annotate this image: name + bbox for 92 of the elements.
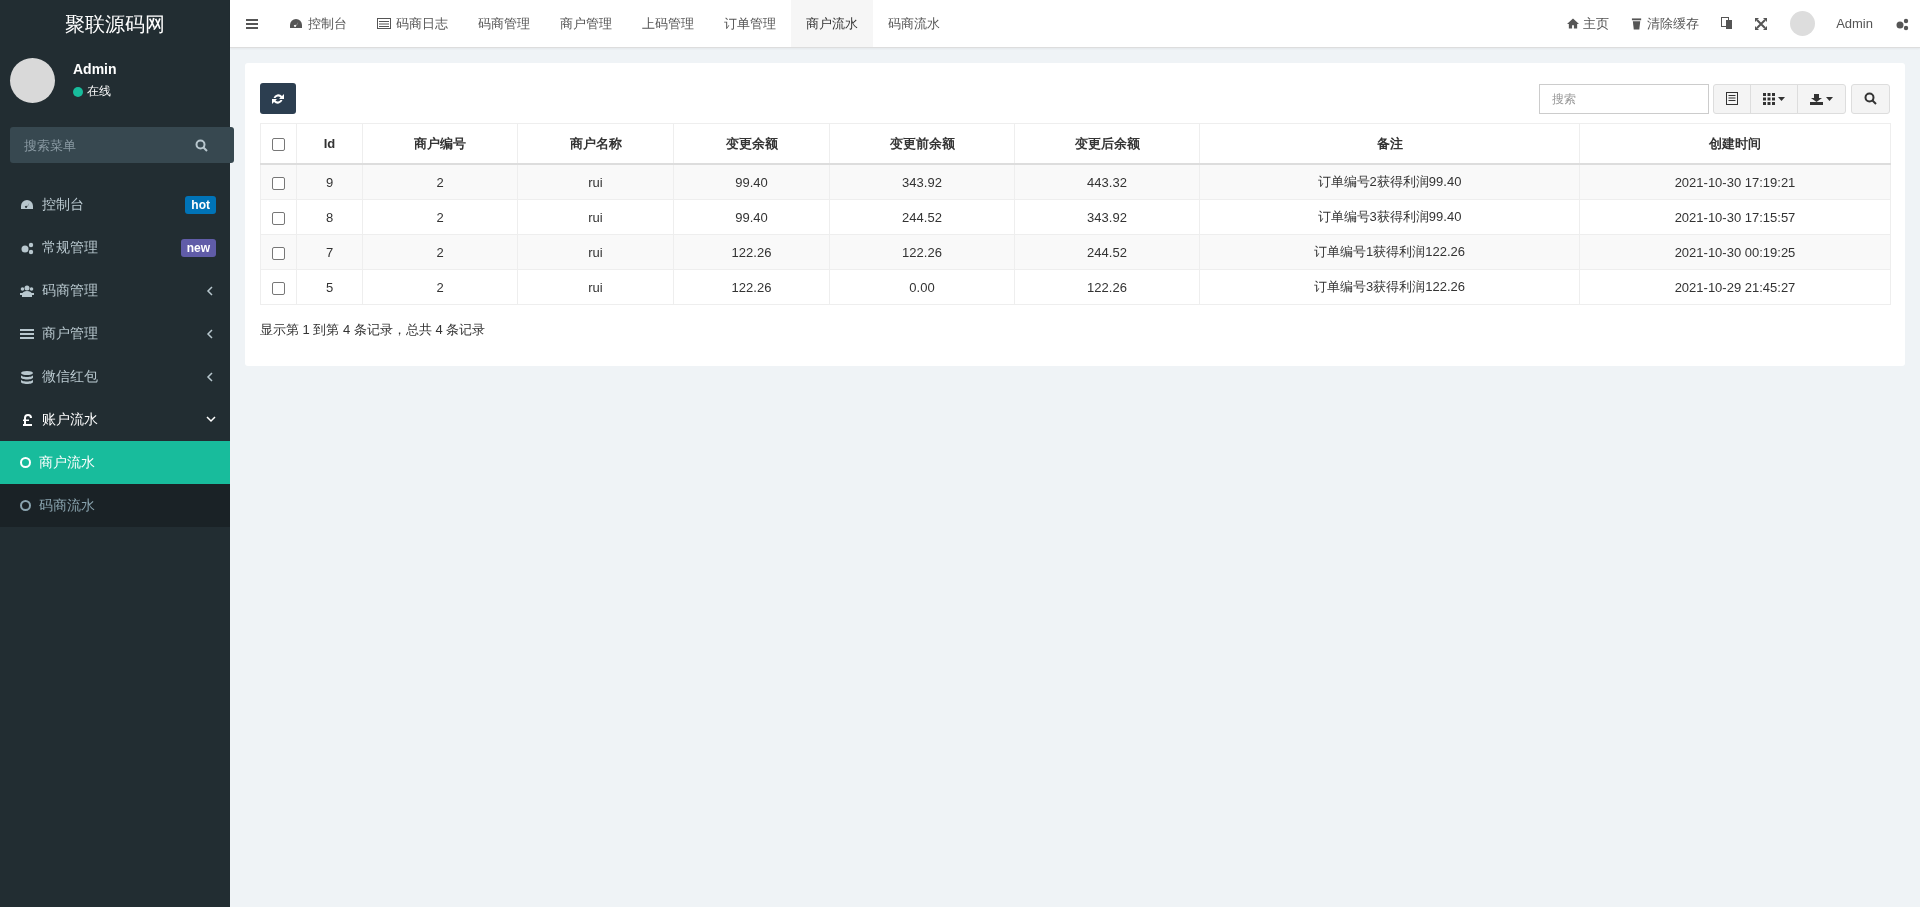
list-icon bbox=[1726, 92, 1738, 105]
gears-icon bbox=[1895, 16, 1909, 31]
table-cell: 122.26 bbox=[829, 234, 1015, 270]
table-cell: 122.26 bbox=[673, 234, 830, 270]
row-checkbox[interactable] bbox=[272, 281, 285, 295]
list-icon bbox=[20, 326, 34, 341]
columns-button[interactable] bbox=[1750, 83, 1798, 114]
grid-icon bbox=[1763, 92, 1775, 105]
user-name[interactable]: Admin bbox=[1825, 16, 1884, 31]
table-cell: 244.52 bbox=[829, 199, 1015, 235]
table-cell: 订单编号3获得利润122.26 bbox=[1199, 269, 1580, 305]
nav-tab[interactable]: 码商管理 bbox=[463, 0, 545, 47]
nav-tab[interactable]: 码商日志 bbox=[362, 0, 463, 47]
nav-tab[interactable]: 订单管理 bbox=[709, 0, 791, 47]
menu-item[interactable]: 商户管理 bbox=[0, 312, 230, 355]
search-field[interactable]: 搜索 bbox=[1539, 83, 1709, 114]
nav-tab[interactable]: 上码管理 bbox=[627, 0, 709, 47]
menu-item[interactable]: 码商管理 bbox=[0, 269, 230, 312]
row-checkbox[interactable] bbox=[272, 246, 285, 260]
table-cell: 订单编号2获得利润99.40 bbox=[1199, 164, 1580, 200]
gauge-icon bbox=[289, 16, 303, 31]
table-cell: 2 bbox=[362, 164, 518, 200]
logo-text: 聚联源码网 bbox=[64, 11, 166, 37]
pound-icon bbox=[20, 412, 34, 427]
user-status: 在线 bbox=[87, 83, 111, 100]
row-checkbox[interactable] bbox=[272, 176, 285, 190]
table-cell: 244.52 bbox=[1014, 234, 1200, 270]
menu-icon bbox=[246, 17, 258, 30]
nav-tab[interactable]: 码商流水 bbox=[873, 0, 955, 47]
table-cell: 122.26 bbox=[673, 269, 830, 305]
avatar bbox=[10, 58, 55, 103]
menu-badge: new bbox=[180, 238, 216, 257]
table-cell: 2021-10-29 21:45:27 bbox=[1579, 269, 1891, 305]
table-cell: 订单编号1获得利润122.26 bbox=[1199, 234, 1580, 270]
table-cell: 9 bbox=[296, 164, 363, 200]
search-icon bbox=[1864, 92, 1877, 105]
toggle-view-button[interactable] bbox=[1713, 83, 1751, 114]
table-cell: 343.92 bbox=[1014, 199, 1200, 235]
table-cell: 2021-10-30 00:19:25 bbox=[1579, 234, 1891, 270]
download-icon bbox=[1810, 92, 1823, 105]
menu-badge: hot bbox=[185, 195, 216, 214]
table-cell: 订单编号3获得利润99.40 bbox=[1199, 199, 1580, 235]
database-icon bbox=[20, 369, 34, 384]
table-cell: rui bbox=[517, 234, 674, 270]
submenu-item[interactable]: 码商流水 bbox=[0, 484, 230, 527]
caret-icon bbox=[1826, 96, 1833, 101]
table-cell: rui bbox=[517, 164, 674, 200]
nav-tab[interactable]: 商户管理 bbox=[545, 0, 627, 47]
nav-tab[interactable]: 商户流水 bbox=[791, 0, 873, 47]
menu-item[interactable]: 常规管理 new bbox=[0, 226, 230, 269]
select-all-checkbox[interactable] bbox=[272, 138, 285, 152]
users-icon bbox=[20, 283, 34, 298]
status-dot bbox=[73, 86, 83, 97]
gears-icon bbox=[20, 240, 34, 255]
export-button[interactable] bbox=[1797, 83, 1846, 114]
table-cell: rui bbox=[517, 269, 674, 305]
table-cell: 99.40 bbox=[673, 199, 830, 235]
table-cell: 99.40 bbox=[673, 164, 830, 200]
nav-tab[interactable]: 控制台 bbox=[274, 0, 362, 47]
nav-link[interactable]: 清除缓存 bbox=[1620, 14, 1711, 33]
table-cell: 343.92 bbox=[829, 164, 1015, 200]
table-cell: 7 bbox=[296, 234, 363, 270]
table-cell: 5 bbox=[296, 269, 363, 305]
refresh-icon bbox=[272, 92, 284, 105]
menu-search-field[interactable]: 搜索菜单 bbox=[10, 127, 234, 163]
table-cell: 8 bbox=[296, 199, 363, 235]
avatar bbox=[1790, 11, 1816, 36]
table-cell: 2 bbox=[362, 234, 518, 270]
trash-icon bbox=[1631, 17, 1644, 30]
home-icon bbox=[1567, 17, 1580, 30]
nav-link[interactable]: 主页 bbox=[1556, 14, 1621, 33]
table-cell: 2021-10-30 17:15:57 bbox=[1579, 199, 1891, 235]
fullscreen-icon bbox=[1755, 17, 1768, 30]
table-cell: 443.32 bbox=[1014, 164, 1200, 200]
table-cell: 2021-10-30 17:19:21 bbox=[1579, 164, 1891, 200]
table-cell: 2 bbox=[362, 199, 518, 235]
card-icon bbox=[377, 17, 391, 30]
menu-item[interactable]: 账户流水 bbox=[0, 398, 230, 441]
menu-item[interactable]: 微信红包 bbox=[0, 355, 230, 398]
table-cell: rui bbox=[517, 199, 674, 235]
user-name: Admin bbox=[73, 61, 117, 77]
table-cell: 2 bbox=[362, 269, 518, 305]
search-icon bbox=[195, 139, 208, 152]
search-button[interactable] bbox=[1851, 83, 1890, 114]
gauge-icon bbox=[20, 197, 34, 212]
caret-icon bbox=[1778, 96, 1785, 101]
refresh-button[interactable] bbox=[260, 83, 296, 114]
menu-item[interactable]: 控制台 hot bbox=[0, 183, 230, 226]
table-cell: 122.26 bbox=[1014, 269, 1200, 305]
row-checkbox[interactable] bbox=[272, 211, 285, 225]
pagination-info: 显示第 1 到第 4 条记录，总共 4 条记录 bbox=[260, 321, 487, 339]
table-cell: 0.00 bbox=[829, 269, 1015, 305]
